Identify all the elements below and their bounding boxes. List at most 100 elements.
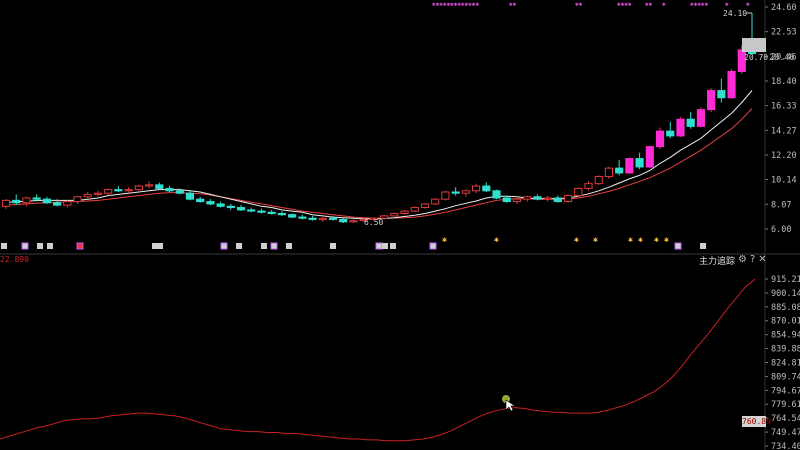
y-tick-label: 900.14: [771, 289, 800, 299]
signal-star: ✱: [654, 235, 659, 244]
current-price-label: 20.70: [744, 53, 768, 62]
candle-body: [12, 199, 21, 204]
close-icon[interactable]: ✕: [758, 253, 766, 267]
y-tick-label: 749.47: [771, 428, 800, 438]
help-icon[interactable]: ?: [750, 253, 755, 267]
low-price-label: 6.50: [364, 218, 383, 227]
signal-star: ✱: [664, 235, 669, 244]
signal-star: ✱: [628, 235, 633, 244]
y-tick-label: 14.27: [771, 126, 797, 136]
candle-body: [328, 217, 338, 220]
candle-body: [727, 70, 736, 99]
candle-body: [635, 158, 644, 168]
y-tick-label: 854.94: [771, 331, 800, 341]
candle-body: [206, 201, 215, 205]
candle-body: [339, 218, 348, 223]
candle-body: [257, 210, 266, 213]
candle-body: [441, 191, 450, 200]
top-signal: ✱: [661, 1, 666, 8]
chart-background: [0, 0, 800, 450]
candle-body: [707, 90, 716, 111]
candle-body: [175, 190, 184, 194]
candle-body: [53, 202, 62, 206]
candle-body: [553, 197, 562, 203]
signal-box: [270, 242, 278, 250]
candle-body: [420, 203, 430, 209]
candle-body: [22, 197, 31, 204]
candle-body: [298, 216, 307, 219]
y-tick-label: 839.88: [771, 345, 800, 355]
candle-body: [666, 130, 675, 137]
y-tick-label: 8.07: [771, 200, 791, 210]
signal-star: ✱: [638, 235, 643, 244]
top-signal: ✱: [724, 1, 729, 8]
candle-body: [533, 196, 542, 200]
candle-body: [451, 191, 460, 194]
candle-body: [104, 189, 113, 194]
signal-box: [236, 243, 242, 249]
candle-body: [63, 201, 72, 206]
candle-body: [574, 187, 583, 197]
candle-body: [226, 205, 235, 209]
candle-body: [625, 158, 634, 174]
candle-body: [185, 192, 195, 200]
candle-body: [349, 220, 358, 223]
candle-body: [1, 199, 11, 207]
y-tick-label: 16.33: [771, 102, 797, 112]
signal-box: [76, 242, 84, 250]
signal-box: [674, 242, 682, 250]
candle-body: [502, 197, 511, 203]
top-signal: ✱✱: [508, 1, 517, 8]
gear-icon[interactable]: ⚙: [738, 253, 747, 267]
candle-body: [73, 196, 82, 203]
candle-body: [236, 207, 246, 211]
candle-body: [114, 189, 123, 192]
candle-body: [563, 195, 573, 203]
indicator-name: 主力追踪: [699, 256, 736, 267]
candle-body: [410, 207, 419, 212]
candle-body: [165, 187, 174, 192]
candle-body: [308, 217, 317, 220]
candle-body: [676, 118, 685, 137]
candle-body: [686, 118, 695, 127]
signal-star: ✱: [442, 235, 447, 244]
top-signal: ✱: [745, 1, 750, 8]
candle-body: [461, 190, 470, 194]
candle-body: [144, 184, 154, 187]
candle-body: [492, 190, 501, 199]
mid-price-label: 20.46: [769, 53, 795, 63]
y-tick-label: 18.40: [771, 77, 797, 87]
signal-star: ✱: [494, 235, 499, 244]
candle-body: [42, 198, 51, 204]
high-price-label: 24.10: [723, 9, 747, 18]
top-signal: ✱✱: [574, 1, 583, 8]
candle-body: [431, 198, 440, 205]
candle-body: [512, 198, 522, 203]
candle-body: [124, 189, 133, 192]
y-tick-label: 915.21: [771, 275, 800, 285]
candle-body: [134, 185, 143, 191]
y-tick-label: 24.60: [771, 3, 797, 13]
indicator-header: 主力追踪 ⚙ ? ✕: [699, 253, 767, 267]
y-tick-label: 809.74: [771, 372, 800, 382]
candle-body: [318, 217, 327, 220]
candle-body: [155, 184, 164, 189]
signal-box: [37, 243, 43, 249]
y-tick-label: 10.14: [771, 176, 797, 186]
candle-body: [584, 183, 593, 189]
candle-body: [472, 185, 481, 192]
y-tick-label: 734.40: [771, 442, 800, 450]
signal-box: [157, 243, 163, 249]
candle-body: [543, 197, 552, 200]
chart-canvas: 24.60 22.53 20.46 18.40 16.33 14.27 12.20 10.14…: [0, 0, 800, 450]
candle-body: [83, 193, 92, 198]
signal-star: ✱: [574, 235, 579, 244]
signal-box: [21, 242, 29, 250]
candle-body: [482, 185, 491, 192]
indicator-top-value: 22.890: [0, 255, 29, 264]
signal-star: ✱: [593, 235, 598, 244]
candle-body: [277, 212, 286, 216]
signal-box: [261, 243, 267, 249]
candle-body: [32, 197, 41, 200]
candle-body: [288, 214, 297, 218]
